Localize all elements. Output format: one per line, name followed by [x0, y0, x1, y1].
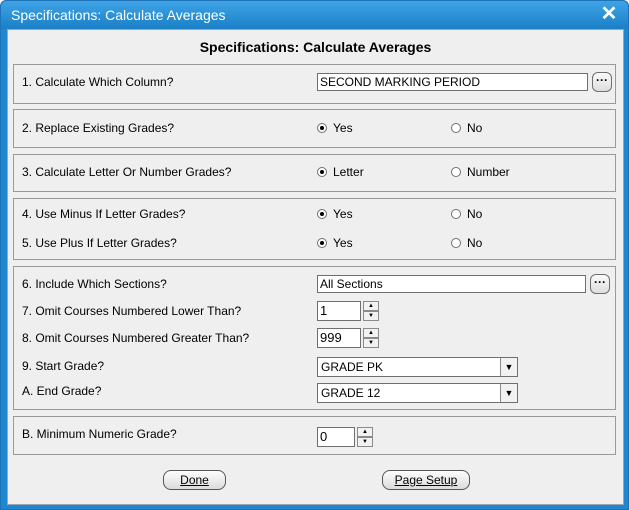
- row-start-grade: 9. Start Grade? GRADE PK ▼: [14, 357, 615, 377]
- dialog-body: Specifications: Calculate Averages 1. Ca…: [7, 29, 624, 505]
- spin-down-icon[interactable]: ▼: [363, 338, 379, 348]
- done-button[interactable]: Done: [163, 470, 226, 490]
- start-grade-select[interactable]: GRADE PK ▼: [317, 357, 518, 377]
- group-minus-plus: 4. Use Minus If Letter Grades? Yes No 5.…: [13, 198, 616, 260]
- replace-grades-no-label: No: [467, 121, 483, 135]
- minimum-grade-input[interactable]: 0: [317, 427, 355, 447]
- dialog-window: Specifications: Calculate Averages ✕ Spe…: [0, 0, 629, 510]
- calculate-column-label: 1. Calculate Which Column?: [22, 75, 174, 89]
- radio-unchecked-icon: [451, 123, 461, 133]
- replace-grades-yes-label: Yes: [333, 121, 353, 135]
- radio-unchecked-icon: [451, 209, 461, 219]
- end-grade-value: GRADE 12: [321, 386, 381, 400]
- row-omit-greater: 8. Omit Courses Numbered Greater Than? 9…: [14, 328, 615, 349]
- start-grade-label: 9. Start Grade?: [22, 359, 105, 373]
- spin-down-icon[interactable]: ▼: [357, 437, 373, 447]
- row-use-plus: 5. Use Plus If Letter Grades? Yes No: [14, 234, 615, 254]
- spin-up-icon[interactable]: ▲: [363, 328, 379, 338]
- radio-unchecked-icon: [451, 167, 461, 177]
- radio-checked-icon: [317, 209, 327, 219]
- omit-greater-input[interactable]: 999: [317, 328, 361, 348]
- omit-greater-spin-buttons[interactable]: ▲ ▼: [363, 328, 379, 348]
- row-include-sections: 6. Include Which Sections? All Sections …: [14, 274, 615, 295]
- use-plus-label: 5. Use Plus If Letter Grades?: [22, 236, 177, 250]
- group-column: 1. Calculate Which Column? SECOND MARKIN…: [13, 64, 616, 104]
- use-plus-yes-label: Yes: [333, 236, 353, 250]
- replace-grades-label: 2. Replace Existing Grades?: [22, 121, 175, 135]
- row-omit-lower: 7. Omit Courses Numbered Lower Than? 1 ▲…: [14, 301, 615, 322]
- row-letter-or-number: 3. Calculate Letter Or Number Grades? Le…: [14, 163, 615, 183]
- calculate-column-browse-button[interactable]: ···: [592, 72, 612, 92]
- row-minimum-grade: B. Minimum Numeric Grade? 0 ▲ ▼: [14, 425, 615, 447]
- include-sections-browse-button[interactable]: ···: [590, 274, 610, 294]
- group-minimum-grade: B. Minimum Numeric Grade? 0 ▲ ▼: [13, 416, 616, 455]
- window-title: Specifications: Calculate Averages: [11, 7, 226, 23]
- form-heading: Specifications: Calculate Averages: [199, 39, 432, 55]
- minimum-grade-label: B. Minimum Numeric Grade?: [22, 427, 177, 441]
- radio-checked-icon: [317, 238, 327, 248]
- close-icon[interactable]: ✕: [599, 4, 619, 24]
- spin-up-icon[interactable]: ▲: [363, 301, 379, 311]
- include-sections-label: 6. Include Which Sections?: [22, 277, 167, 291]
- calculate-column-field[interactable]: SECOND MARKING PERIOD: [317, 73, 588, 91]
- dropdown-arrow-icon[interactable]: ▼: [500, 358, 517, 376]
- use-minus-label: 4. Use Minus If Letter Grades?: [22, 207, 186, 221]
- omit-greater-label: 8. Omit Courses Numbered Greater Than?: [22, 331, 250, 345]
- use-minus-no-label: No: [467, 207, 483, 221]
- use-minus-yes-label: Yes: [333, 207, 353, 221]
- radio-checked-icon: [317, 123, 327, 133]
- radio-checked-icon: [317, 167, 327, 177]
- include-sections-field[interactable]: All Sections: [317, 275, 586, 293]
- title-bar[interactable]: Specifications: Calculate Averages ✕: [1, 1, 628, 29]
- row-use-minus: 4. Use Minus If Letter Grades? Yes No: [14, 205, 615, 225]
- radio-unchecked-icon: [451, 238, 461, 248]
- group-letter-number: 3. Calculate Letter Or Number Grades? Le…: [13, 154, 616, 192]
- page-setup-button[interactable]: Page Setup: [382, 470, 470, 490]
- letter-label: Letter: [333, 165, 364, 179]
- minimum-grade-spin-buttons[interactable]: ▲ ▼: [357, 427, 373, 447]
- dropdown-arrow-icon[interactable]: ▼: [500, 384, 517, 402]
- omit-lower-label: 7. Omit Courses Numbered Lower Than?: [22, 304, 242, 318]
- end-grade-select[interactable]: GRADE 12 ▼: [317, 383, 518, 403]
- group-replace: 2. Replace Existing Grades? Yes No: [13, 109, 616, 148]
- omit-lower-input[interactable]: 1: [317, 301, 361, 321]
- omit-lower-spin-buttons[interactable]: ▲ ▼: [363, 301, 379, 321]
- number-label: Number: [467, 165, 510, 179]
- start-grade-value: GRADE PK: [321, 360, 384, 374]
- row-end-grade: A. End Grade? GRADE 12 ▼: [14, 382, 615, 403]
- group-sections-grades: 6. Include Which Sections? All Sections …: [13, 266, 616, 410]
- spin-down-icon[interactable]: ▼: [363, 311, 379, 321]
- letter-or-number-label: 3. Calculate Letter Or Number Grades?: [22, 165, 232, 179]
- row-replace-grades: 2. Replace Existing Grades? Yes No: [14, 119, 615, 139]
- row-calculate-column: 1. Calculate Which Column? SECOND MARKIN…: [14, 72, 615, 93]
- use-plus-no-label: No: [467, 236, 483, 250]
- spin-up-icon[interactable]: ▲: [357, 427, 373, 437]
- end-grade-label: A. End Grade?: [22, 384, 102, 398]
